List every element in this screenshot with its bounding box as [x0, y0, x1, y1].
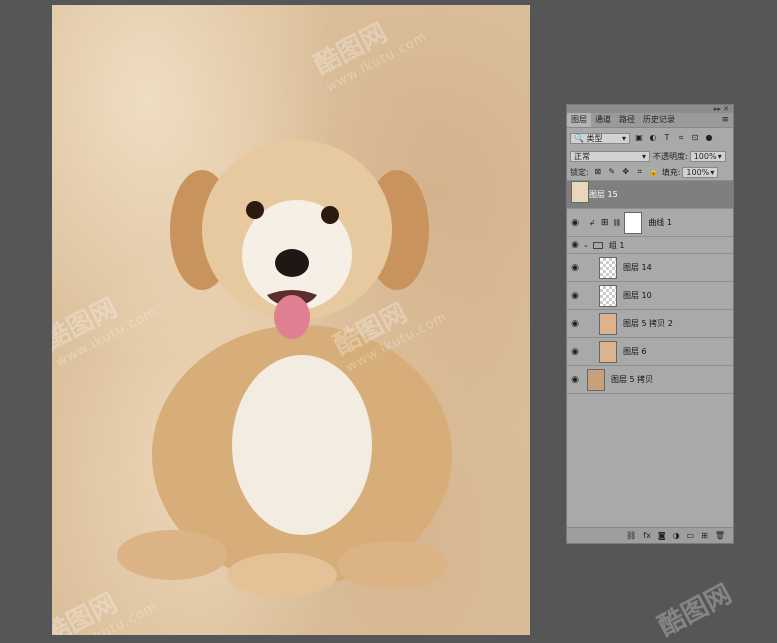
layer-thumbnail: [599, 256, 617, 279]
filter-label: 类型: [586, 133, 603, 143]
blend-row: 正常 ▾ 不透明度: 100% ▾: [567, 148, 733, 164]
lock-row: 锁定: ⊠ ✎ ✥ ⌗ 🔒 填充: 100% ▾: [567, 164, 733, 180]
clip-icon: ↲: [589, 218, 595, 227]
eye-icon[interactable]: ◉: [567, 218, 583, 228]
panel-collapse-bar[interactable]: ▸▸ ✕: [567, 105, 733, 113]
eye-icon[interactable]: ◉: [567, 347, 583, 357]
blend-mode-select[interactable]: 正常 ▾: [570, 150, 650, 162]
layer-name: 图层 15: [589, 190, 618, 199]
fill-value: 100%: [686, 167, 710, 177]
panel-tabs: 图层 通道 路径 历史记录 ≡: [567, 113, 733, 128]
layer-thumbnail: [599, 340, 617, 363]
smart-object-filter-icon[interactable]: ⊡: [690, 133, 700, 143]
chevron-down-icon[interactable]: ⌄: [583, 241, 589, 249]
chevron-down-icon: ▾: [641, 151, 646, 161]
mask-icon[interactable]: ◙: [658, 531, 666, 540]
opacity-label: 不透明度:: [653, 151, 688, 161]
tab-channels[interactable]: 通道: [591, 113, 615, 127]
layer-name: 图层 5 拷贝 2: [623, 319, 673, 328]
chevron-down-icon: ▾: [621, 133, 626, 143]
layer-row[interactable]: ◉ 图层 15: [567, 181, 733, 209]
layer-thumbnail: [599, 284, 617, 307]
eye-icon[interactable]: ◉: [567, 291, 583, 301]
fx-icon[interactable]: fx: [643, 531, 651, 540]
layer-name: 图层 6: [623, 347, 647, 356]
eye-icon[interactable]: ◉: [567, 263, 583, 273]
folder-icon[interactable]: ▭: [687, 531, 695, 540]
chevron-down-icon: ▾: [710, 167, 715, 177]
chevron-down-icon: ▾: [717, 151, 722, 161]
layer-name: 图层 10: [623, 291, 652, 300]
layer-row[interactable]: ◉ 图层 14: [567, 254, 733, 282]
eye-icon[interactable]: ◉: [567, 240, 583, 250]
trash-icon[interactable]: 🗑: [715, 531, 725, 540]
search-icon: 🔍: [574, 133, 584, 143]
layer-thumbnail: [599, 312, 617, 335]
eye-icon[interactable]: ◉: [567, 375, 583, 385]
adjustment-filter-icon[interactable]: ◐: [648, 133, 658, 143]
folder-icon: [592, 241, 603, 249]
lock-position-icon[interactable]: ✥: [621, 167, 631, 177]
filter-select[interactable]: 🔍 类型 ▾: [570, 132, 630, 144]
tab-history[interactable]: 历史记录: [639, 113, 679, 127]
filter-row: 🔍 类型 ▾ ▣ ◐ T ⌗ ⊡ ●: [567, 128, 733, 148]
fill-label: 填充:: [661, 167, 681, 177]
layer-row[interactable]: ◉ 图层 10: [567, 282, 733, 310]
pixel-filter-icon[interactable]: ▣: [634, 133, 644, 143]
mask-thumbnail: [624, 211, 643, 234]
dog-photo: [117, 140, 452, 597]
lock-artboard-icon[interactable]: ⌗: [635, 167, 645, 177]
filter-toggle-icon[interactable]: ●: [704, 133, 714, 143]
type-filter-icon[interactable]: T: [662, 133, 672, 143]
layer-name: 曲线 1: [648, 218, 672, 227]
fill-field[interactable]: 100% ▾: [682, 166, 719, 178]
layer-row[interactable]: ◉ 图层 5 拷贝 2: [567, 310, 733, 338]
group-name: 组 1: [608, 240, 625, 250]
tab-layers[interactable]: 图层: [567, 113, 591, 127]
lock-label: 锁定:: [570, 167, 589, 177]
blend-mode-value: 正常: [574, 151, 590, 161]
layer-row[interactable]: ◉ 图层 6: [567, 338, 733, 366]
shape-filter-icon[interactable]: ⌗: [676, 133, 686, 143]
lock-all-icon[interactable]: 🔒: [649, 167, 659, 177]
lock-transparent-icon[interactable]: ⊠: [593, 167, 603, 177]
layer-thumbnail: [587, 368, 605, 391]
group-row[interactable]: ◉ ⌄ 组 1: [567, 237, 733, 254]
panel-menu-icon[interactable]: ≡: [721, 115, 729, 125]
watermark-workspace: 酷图网: [651, 574, 737, 643]
panel-bottom-bar: ⛓ fx ◙ ◑ ▭ ⊞ 🗑: [567, 527, 733, 543]
layer-row[interactable]: ◉ 图层 5 拷贝: [567, 366, 733, 394]
curves-icon: ⊞: [600, 217, 609, 228]
watermark-logo: 酷图网: [653, 579, 737, 643]
layer-name: 图层 5 拷贝: [611, 375, 654, 384]
opacity-value: 100%: [693, 151, 717, 161]
opacity-field[interactable]: 100% ▾: [689, 150, 726, 162]
document-canvas[interactable]: 酷图网 www.ikutu.com 酷图网 www.ikutu.com 酷图网 …: [52, 5, 530, 635]
collapse-icon[interactable]: ▸▸ ✕: [714, 105, 729, 113]
new-layer-icon[interactable]: ⊞: [701, 531, 708, 540]
layer-name: 图层 14: [623, 263, 652, 272]
tab-paths[interactable]: 路径: [615, 113, 639, 127]
eye-icon[interactable]: ◉: [567, 319, 583, 329]
lock-pixels-icon[interactable]: ✎: [607, 167, 617, 177]
layers-panel: ▸▸ ✕ 图层 通道 路径 历史记录 ≡ 🔍 类型 ▾ ▣ ◐ T ⌗ ⊡ ● 正…: [566, 104, 734, 544]
layer-thumbnail: [571, 181, 589, 203]
layer-row[interactable]: ◉ ↲ ⊞ ⛓ 曲线 1: [567, 209, 733, 237]
link-icon[interactable]: ⛓: [626, 531, 636, 540]
adjustment-icon[interactable]: ◑: [673, 531, 680, 540]
link-icon: ⛓: [612, 218, 622, 227]
